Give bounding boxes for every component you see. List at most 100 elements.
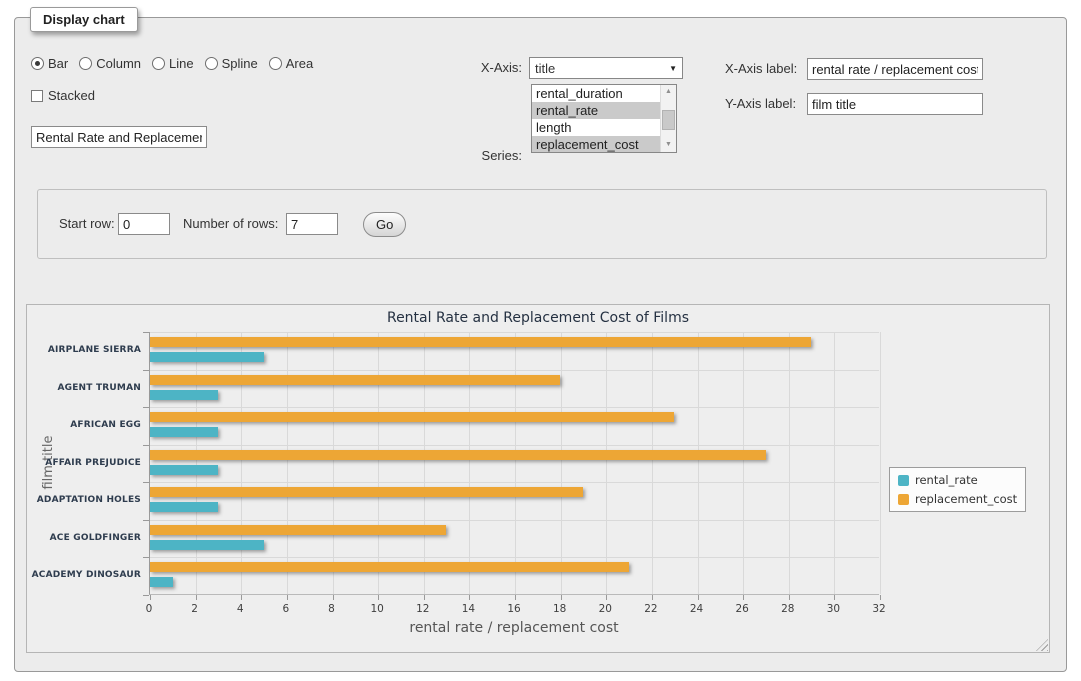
x-tick (789, 595, 790, 600)
x-tick-label: 14 (448, 603, 488, 615)
chart-type-column[interactable]: Column (79, 56, 141, 71)
chart-title: Rental Rate and Replacement Cost of Film… (27, 310, 1049, 326)
series-listbox[interactable]: rental_durationrental_ratelengthreplacem… (531, 84, 677, 153)
x-tick (378, 595, 379, 600)
bar-replacement_cost (150, 487, 583, 497)
x-tick (424, 595, 425, 600)
gridline (698, 332, 699, 594)
scrollbar[interactable]: ▲ ▼ (660, 85, 676, 152)
gridline (424, 332, 425, 594)
bar-rental_rate (150, 352, 264, 362)
series-option-rental_rate[interactable]: rental_rate (532, 102, 660, 119)
series-options: rental_durationrental_ratelengthreplacem… (532, 85, 660, 153)
resize-handle-icon[interactable] (1036, 639, 1048, 651)
x-tick (834, 595, 835, 600)
stacked-checkbox[interactable] (31, 90, 43, 102)
gridline (834, 332, 835, 594)
x-tick-label: 22 (631, 603, 671, 615)
scroll-up-icon[interactable]: ▲ (661, 85, 676, 99)
y-tick (143, 407, 149, 408)
num-rows-input[interactable] (286, 213, 338, 235)
gridline (150, 445, 879, 446)
radio-icon[interactable] (269, 57, 282, 70)
radio-icon[interactable] (31, 57, 44, 70)
stacked-label: Stacked (48, 88, 95, 103)
gridline (606, 332, 607, 594)
x-tick-label: 30 (813, 603, 853, 615)
panel-title: Display chart (30, 7, 138, 32)
radio-icon[interactable] (152, 57, 165, 70)
y-tick (143, 557, 149, 558)
chart-type-line[interactable]: Line (152, 56, 194, 71)
x-tick-label: 32 (859, 603, 899, 615)
gridline (150, 557, 879, 558)
x-tick (469, 595, 470, 600)
gridline (880, 332, 881, 594)
series-caption: Series: (458, 146, 522, 166)
stacked-checkbox-row[interactable]: Stacked (31, 88, 95, 103)
gridline (241, 332, 242, 594)
scrollbar-thumb[interactable] (662, 110, 675, 130)
y-tick (143, 370, 149, 371)
x-tick (880, 595, 881, 600)
gridline (652, 332, 653, 594)
y-tick (143, 482, 149, 483)
radio-label: Area (286, 56, 313, 71)
chart-type-spline[interactable]: Spline (205, 56, 258, 71)
bar-replacement_cost (150, 562, 629, 572)
bar-replacement_cost (150, 450, 766, 460)
x-tick (196, 595, 197, 600)
x-tick-label: 6 (266, 603, 306, 615)
x-tick (241, 595, 242, 600)
bar-replacement_cost (150, 337, 811, 347)
go-button[interactable]: Go (363, 212, 406, 237)
legend-item-replacement_cost[interactable]: replacement_cost (898, 492, 1017, 506)
y-axis-label-input[interactable] (807, 93, 983, 115)
x-tick (561, 595, 562, 600)
radio-label: Column (96, 56, 141, 71)
x-tick-label: 8 (312, 603, 352, 615)
category-label: ADAPTATION HOLES (27, 495, 141, 505)
series-option-length[interactable]: length (532, 119, 660, 136)
gridline (150, 520, 879, 521)
gridline (150, 332, 879, 333)
y-tick (143, 595, 149, 596)
start-row-input[interactable] (118, 213, 170, 235)
x-tick-label: 0 (129, 603, 169, 615)
bar-rental_rate (150, 427, 218, 437)
x-tick (515, 595, 516, 600)
x-tick (287, 595, 288, 600)
radio-label: Bar (48, 56, 68, 71)
bar-rental_rate (150, 577, 173, 587)
radio-icon[interactable] (205, 57, 218, 70)
bar-rental_rate (150, 390, 218, 400)
bar-rental_rate (150, 465, 218, 475)
chart-title-input[interactable] (31, 126, 207, 148)
bar-rental_rate (150, 540, 264, 550)
series-option-replacement_cost[interactable]: replacement_cost (532, 136, 660, 153)
x-tick-label: 2 (175, 603, 215, 615)
legend-swatch-icon (898, 475, 909, 486)
chart-type-area[interactable]: Area (269, 56, 313, 71)
x-tick-label: 4 (220, 603, 260, 615)
y-tick (143, 445, 149, 446)
start-row-caption: Start row: (59, 214, 115, 234)
chart-container: Rental Rate and Replacement Cost of Film… (26, 304, 1050, 653)
x-axis-label-caption: X-Axis label: (725, 59, 797, 79)
gridline (333, 332, 334, 594)
legend-item-rental_rate[interactable]: rental_rate (898, 473, 1017, 487)
chevron-down-icon: ▼ (669, 64, 677, 73)
scroll-down-icon[interactable]: ▼ (661, 138, 676, 152)
chart-type-bar[interactable]: Bar (31, 56, 68, 71)
radio-label: Spline (222, 56, 258, 71)
x-tick (652, 595, 653, 600)
series-option-rental_duration[interactable]: rental_duration (532, 85, 660, 102)
x-tick-label: 20 (585, 603, 625, 615)
category-label: ACADEMY DINOSAUR (27, 570, 141, 580)
x-tick (606, 595, 607, 600)
radio-icon[interactable] (79, 57, 92, 70)
x-tick-label: 12 (403, 603, 443, 615)
x-axis-select[interactable]: title ▼ (529, 57, 683, 79)
category-label: ACE GOLDFINGER (27, 533, 141, 543)
x-axis-label-input[interactable] (807, 58, 983, 80)
